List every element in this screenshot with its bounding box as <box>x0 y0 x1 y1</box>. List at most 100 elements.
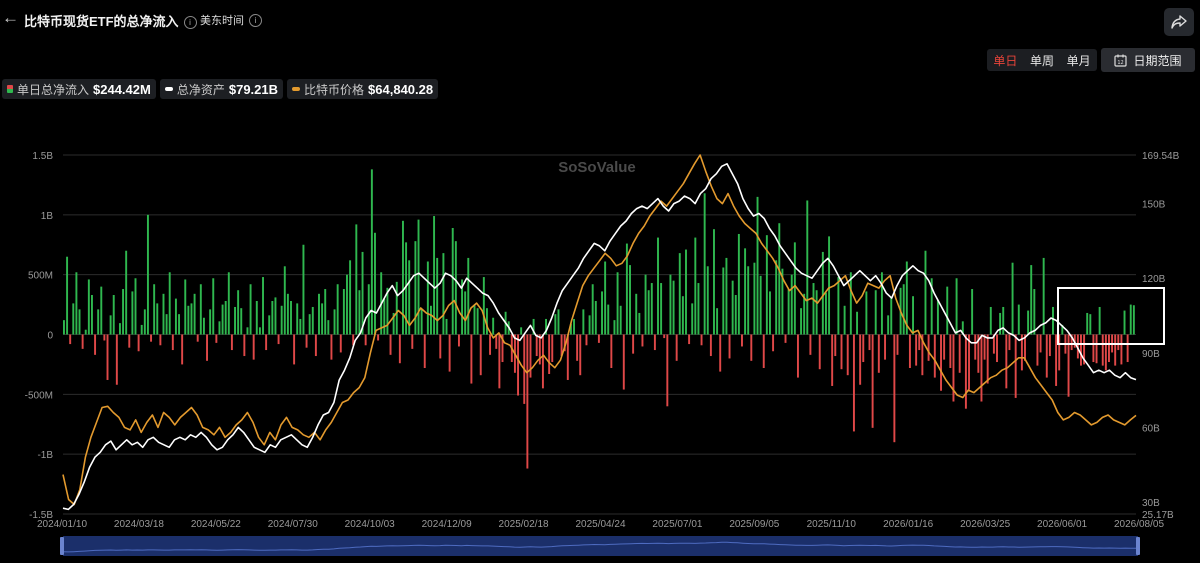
flow-bar <box>666 334 669 407</box>
flow-bar <box>165 314 168 335</box>
flow-bar <box>171 334 174 351</box>
y-left-tick-label: 500M <box>28 271 53 282</box>
flow-bar <box>218 321 221 335</box>
x-tick-label: 2025/11/10 <box>807 519 857 530</box>
flow-bar <box>775 260 778 335</box>
flow-bar <box>181 334 184 365</box>
flow-bar <box>230 334 233 351</box>
flow-bar <box>915 334 918 366</box>
flow-bar <box>395 281 398 335</box>
flow-bar <box>451 227 454 335</box>
flow-bar <box>647 290 650 335</box>
flow-bar <box>1080 334 1082 366</box>
flow-bar <box>249 284 252 335</box>
flow-bar <box>573 318 575 335</box>
flow-bar <box>255 300 258 335</box>
flow-bar <box>190 303 193 335</box>
flow-bar <box>635 293 638 335</box>
flow-bar <box>333 309 336 335</box>
flow-bar <box>134 278 137 335</box>
flow-bar <box>877 334 880 373</box>
flow-bar <box>423 334 426 369</box>
range-slider-left-handle[interactable] <box>60 537 64 555</box>
flow-bar <box>800 308 803 335</box>
flow-bar <box>893 334 896 443</box>
flow-bar <box>321 303 324 335</box>
flow-bar <box>955 278 958 335</box>
y-right-tick-label: 60B <box>1142 423 1160 434</box>
flow-bar <box>784 334 787 343</box>
flow-bar <box>980 334 983 402</box>
flow-bar <box>389 334 392 355</box>
x-tick-label: 2026/08/05 <box>1114 519 1164 530</box>
flow-bar <box>414 241 417 335</box>
flow-bar <box>286 293 289 335</box>
flow-bar <box>66 256 69 335</box>
flow-bar <box>610 334 613 369</box>
flow-bar <box>918 334 921 351</box>
flow-bar <box>1129 304 1132 335</box>
flow-bar <box>398 334 401 364</box>
flow-bar <box>613 320 616 335</box>
flow-bar <box>1117 334 1120 351</box>
flow-bar <box>339 334 342 353</box>
flow-bar <box>280 305 283 335</box>
flow-bar <box>302 244 305 335</box>
range-slider-track[interactable] <box>63 536 1138 556</box>
flow-bar <box>224 300 227 335</box>
y-left-tick-label: 1.5B <box>32 151 53 162</box>
flow-bar <box>949 334 952 369</box>
flow-bar <box>843 305 846 335</box>
etf-flow-chart[interactable]: SoSoValue 1.5B1B500M0-500M-1B-1.5B 169.5… <box>0 0 1200 563</box>
flow-bar <box>769 291 771 335</box>
flow-bar <box>520 327 523 335</box>
flow-bar <box>159 334 162 346</box>
flow-bar <box>470 334 473 384</box>
flow-bar <box>476 308 479 335</box>
flow-bar <box>234 306 236 335</box>
flow-bar <box>874 290 877 335</box>
flow-bar <box>262 277 264 335</box>
flow-bar <box>283 266 286 335</box>
flow-bar <box>856 311 859 335</box>
flow-bar <box>87 279 90 335</box>
flow-bar <box>290 300 292 335</box>
y-left-tick-label: -500M <box>25 390 53 401</box>
watermark-text: SoSoValue <box>558 159 636 176</box>
flow-bar <box>1002 306 1005 335</box>
flow-bar <box>429 305 432 335</box>
flow-bar <box>1033 289 1036 335</box>
flow-bar <box>94 334 97 355</box>
flow-bar <box>787 289 790 335</box>
flow-bar <box>265 334 268 351</box>
flow-bar <box>672 280 675 335</box>
x-tick-label: 2026/03/25 <box>960 519 1010 530</box>
flow-bar <box>604 261 607 335</box>
flow-bar <box>806 200 809 335</box>
flow-bar <box>619 305 622 335</box>
range-slider[interactable] <box>60 536 1140 556</box>
range-slider-right-handle[interactable] <box>1136 537 1140 555</box>
flow-bar <box>796 334 799 378</box>
flow-bar <box>896 334 899 355</box>
flow-bar <box>756 196 759 335</box>
flow-bar <box>489 334 492 355</box>
flow-bar <box>557 309 560 335</box>
flow-bar <box>1114 334 1117 366</box>
flow-bar <box>1123 310 1126 335</box>
flow-bar <box>691 303 694 335</box>
flow-bar <box>846 334 849 376</box>
flow-bar <box>828 236 831 335</box>
flow-bar <box>731 280 734 335</box>
flow-bar <box>199 284 202 335</box>
flow-bar <box>716 308 719 335</box>
flow-bar <box>719 334 722 372</box>
flow-bar <box>202 317 205 335</box>
flow-bar <box>318 293 320 335</box>
flow-bar <box>383 298 386 335</box>
flow-bar <box>703 193 706 335</box>
flow-bar <box>722 267 725 335</box>
flow-bar <box>150 334 153 342</box>
flow-bar <box>1095 334 1098 364</box>
flow-bar <box>859 334 862 385</box>
